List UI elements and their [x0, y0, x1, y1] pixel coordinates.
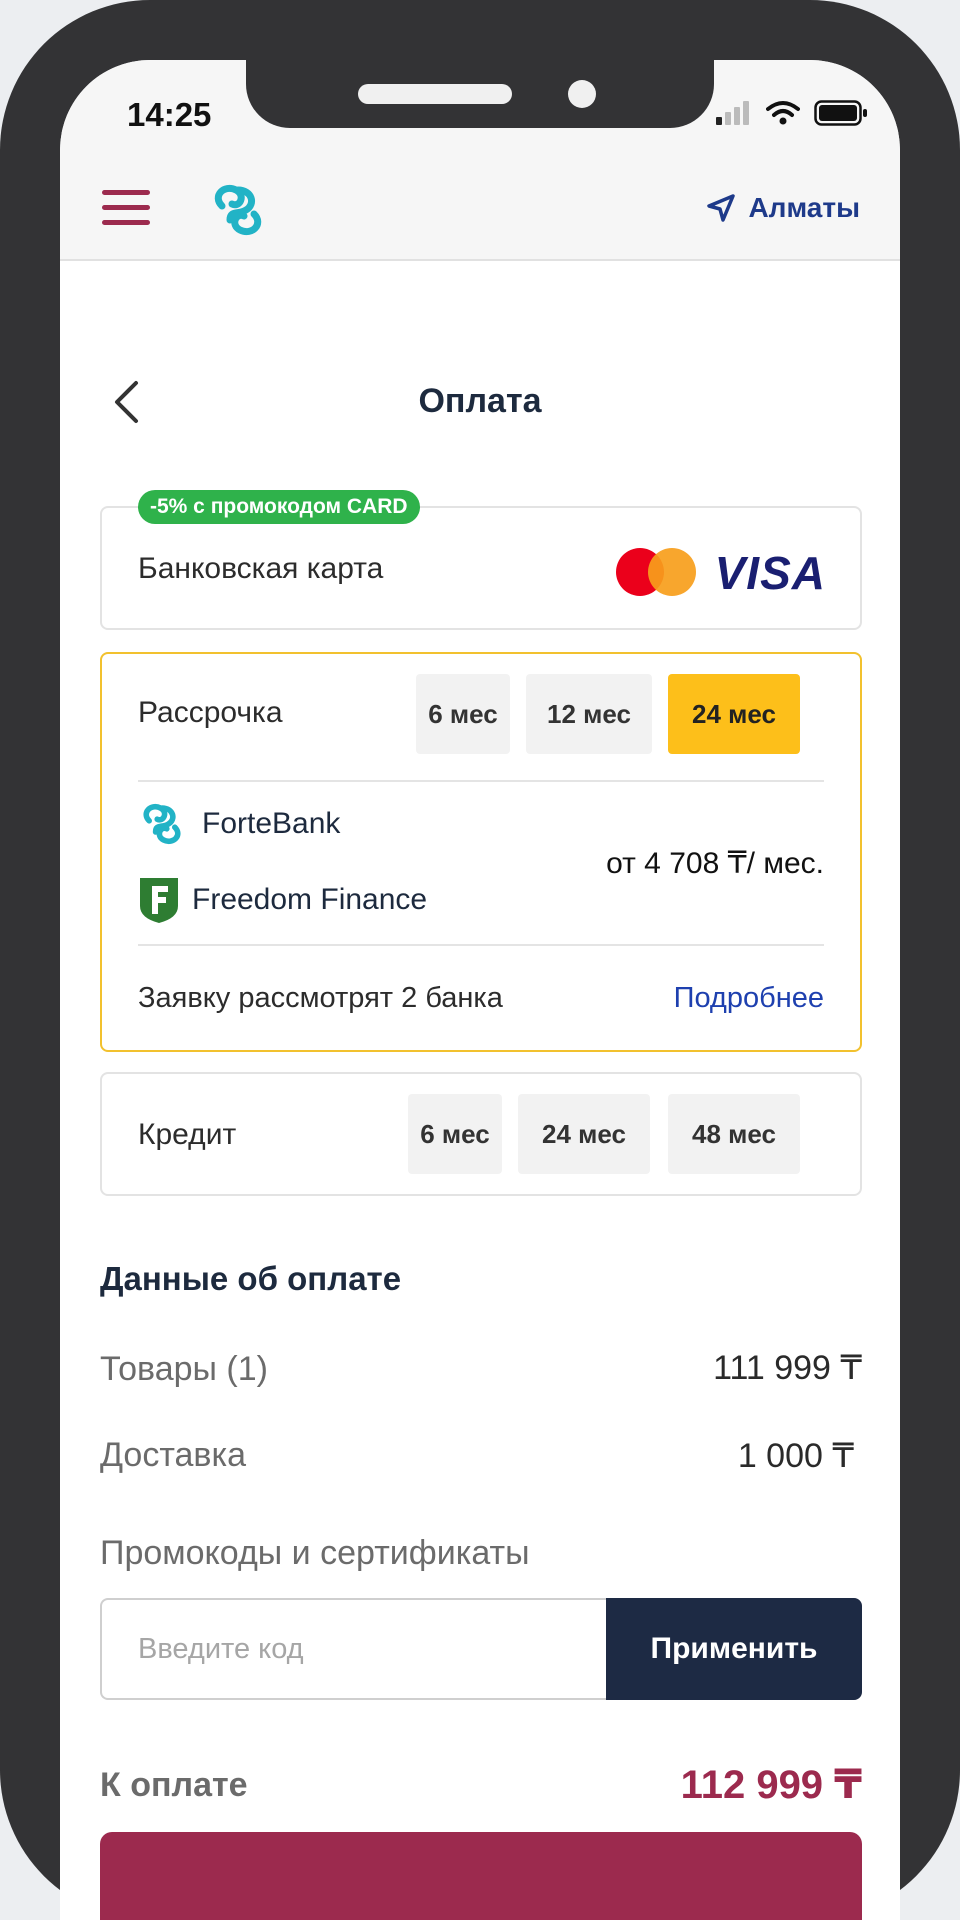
fortebank-logo-icon: [143, 804, 181, 844]
promo-codes-label: Промокоды и сертификаты: [100, 1534, 530, 1572]
installment-term-12[interactable]: 12 мес: [526, 674, 652, 754]
installment-option[interactable]: Рассрочка 6 мес 12 мес 24 мес ForteBank …: [100, 652, 862, 1052]
location-arrow-icon: [707, 194, 736, 222]
battery-icon: [814, 100, 867, 126]
speaker-grille: [358, 84, 512, 104]
menu-line-icon: [102, 220, 150, 225]
divider: [138, 944, 824, 946]
menu-button[interactable]: [102, 190, 150, 226]
page-header: Оплата: [60, 360, 900, 440]
page-title: Оплата: [418, 382, 542, 420]
phone-screen: 14:25 Алматы Оплата -5% с промокодом CAR…: [60, 60, 900, 1920]
payment-details-title: Данные об оплате: [100, 1260, 402, 1297]
city-selector[interactable]: Алматы: [706, 192, 860, 224]
menu-line-icon: [102, 205, 150, 210]
promo-code-input[interactable]: [100, 1598, 620, 1700]
installment-term-24[interactable]: 24 мес: [668, 674, 800, 754]
monthly-payment: от 4 708 ₸/ мес.: [606, 847, 824, 880]
divider: [138, 780, 824, 782]
front-camera: [568, 80, 596, 108]
bank-fortebank: ForteBank: [138, 800, 340, 848]
total-value: 112 999 ₸: [680, 1763, 862, 1807]
installment-label: Рассрочка: [138, 696, 283, 729]
wifi-icon: [766, 101, 800, 125]
delivery-value: 1 000 ₸: [737, 1437, 854, 1475]
bank-freedom-finance: Freedom Finance: [138, 876, 427, 924]
app-logo-icon[interactable]: [208, 180, 268, 240]
delivery-label: Доставка: [100, 1436, 247, 1474]
bank-name: ForteBank: [202, 807, 341, 840]
apply-promo-button[interactable]: Применить: [606, 1598, 862, 1700]
installment-term-6[interactable]: 6 мес: [416, 674, 510, 754]
status-time: 14:25: [127, 96, 212, 133]
freedom-finance-logo-icon: [140, 878, 178, 923]
promo-badge: -5% с промокодом CARD: [138, 490, 420, 524]
credit-term-48[interactable]: 48 мес: [668, 1094, 800, 1174]
credit-term-24[interactable]: 24 мес: [518, 1094, 650, 1174]
credit-term-6[interactable]: 6 мес: [408, 1094, 502, 1174]
signal-icon: [716, 101, 749, 125]
visa-logo: VISA: [714, 547, 826, 599]
phone-frame: 14:25 Алматы Оплата -5% с промокодом CAR…: [0, 0, 960, 1920]
goods-label: Товары (1): [100, 1350, 268, 1388]
status-icons: [716, 100, 868, 126]
mastercard-icon: [616, 548, 696, 596]
banks-review-note: Заявку рассмотрят 2 банка: [138, 982, 503, 1014]
city-name: Алматы: [748, 192, 860, 223]
menu-line-icon: [102, 190, 150, 195]
app-bar: Алматы: [60, 156, 900, 261]
more-details-link[interactable]: Подробнее: [674, 982, 824, 1015]
bank-name: Freedom Finance: [192, 883, 428, 916]
bank-card-option[interactable]: -5% с промокодом CARD Банковская карта V…: [100, 490, 862, 630]
total-label: К оплате: [100, 1766, 248, 1804]
credit-label: Кредит: [138, 1118, 237, 1151]
credit-option[interactable]: Кредит 6 мес 24 мес 48 мес: [100, 1072, 862, 1196]
pay-button[interactable]: [100, 1832, 862, 1920]
bank-card-label: Банковская карта: [138, 552, 384, 585]
goods-value: 111 999 ₸: [713, 1349, 862, 1387]
